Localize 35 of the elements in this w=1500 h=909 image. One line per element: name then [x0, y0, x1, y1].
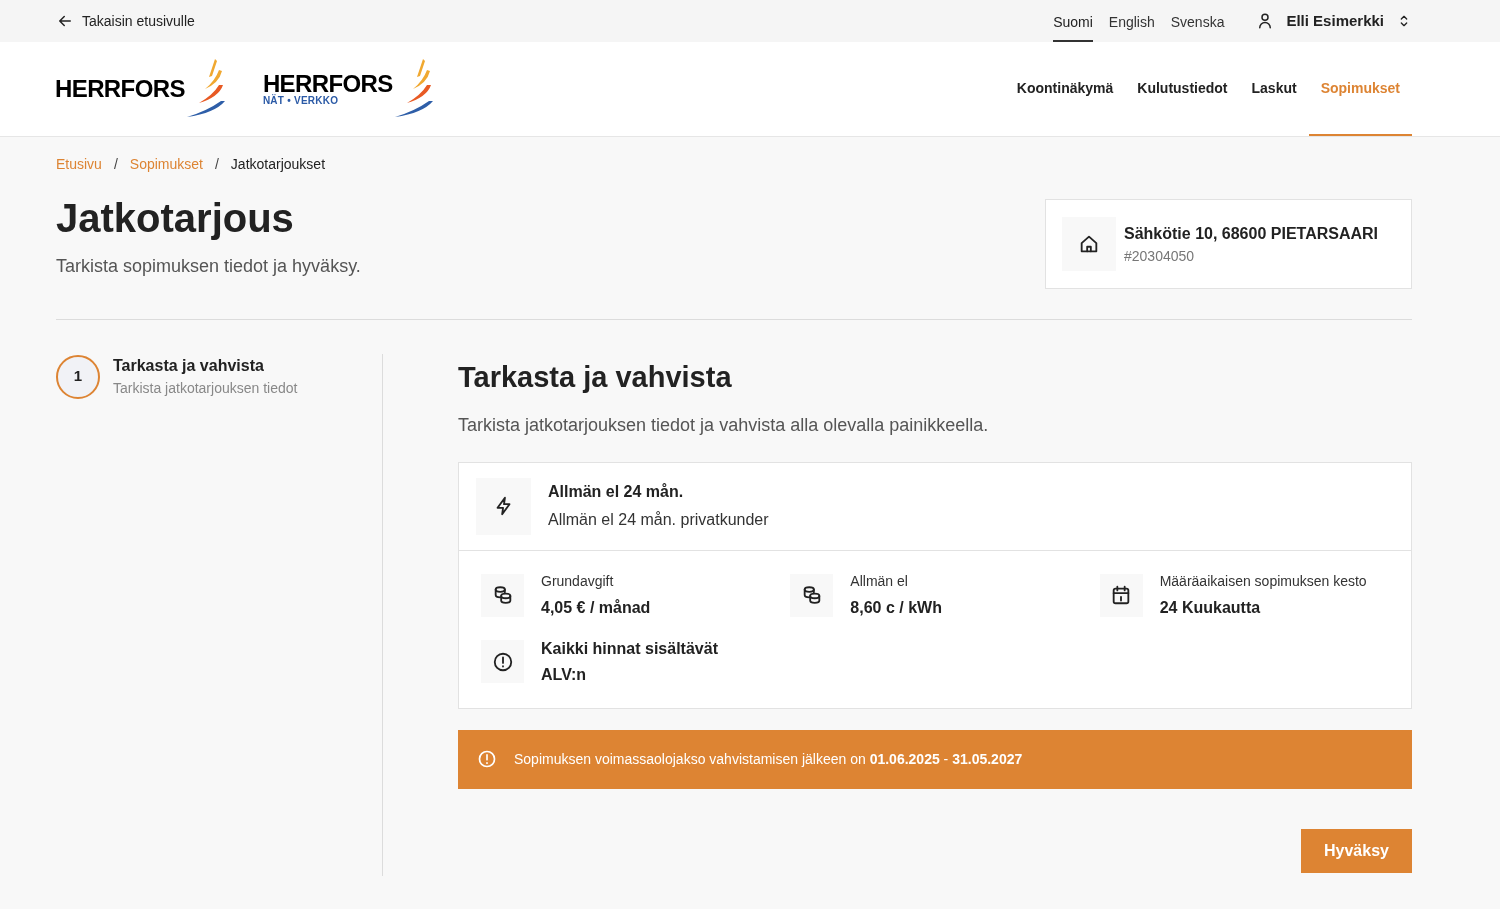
customer-number: #20304050 [1124, 246, 1196, 266]
back-link[interactable]: Takaisin etusivulle [56, 10, 195, 32]
detail-value: 24 Kuukautta [1159, 597, 1262, 618]
notice-text: Sopimuksen voimassaolojakso vahvistamisen jälkeen on 01.06.2025 - 31.05.2027 [514, 749, 1023, 769]
detail-label: Grundavgift [541, 571, 615, 591]
step-title: Tarkasta ja vahvista [113, 356, 265, 376]
step-description: Tarkista jatkotarjouksen tiedot [113, 379, 298, 398]
logo-tagline: NÄT • VERKKO [262, 96, 340, 106]
page-subtitle: Tarkista sopimuksen tiedot ja hyväksy. [56, 255, 361, 278]
language-link[interactable]: Svenska [1170, 0, 1225, 42]
user-menu[interactable]: Elli Esimerkki [1256, 0, 1412, 42]
detail-value: 8,60 c / kWh [850, 597, 942, 618]
detail-value: Kaikki hinnat sisältävät ALV:n [541, 638, 719, 685]
logo-wordmark: HERRFORS [262, 72, 393, 96]
page-title: Jatkotarjous [56, 195, 295, 242]
logo-wordmark: HERRFORS [55, 77, 185, 101]
breadcrumb-separator: / [214, 155, 219, 174]
product-description: Allmän el 24 mån. privatkunder [548, 510, 769, 530]
breadcrumb-separator: / [113, 155, 118, 174]
section-title: Tarkasta ja vahvista [458, 360, 733, 395]
section-intro: Tarkista jatkotarjouksen tiedot ja vahvista alla olevalla painikkeella. [458, 413, 990, 437]
detail-label: Allmän el [850, 571, 909, 591]
detail-label: Määräaikaisen sopimuksen kesto [1159, 571, 1367, 591]
nav-link[interactable]: Kulutustiedot [1125, 42, 1240, 136]
nav-link[interactable]: Laskut [1239, 42, 1309, 136]
info-icon [491, 650, 514, 673]
info-icon [477, 749, 497, 769]
home-icon [1078, 233, 1100, 255]
language-link[interactable]: English [1108, 0, 1155, 42]
breadcrumb-current: Jatkotarjoukset [230, 155, 326, 174]
detail-value: 4,05 € / månad [541, 597, 651, 618]
step-number: 1 [56, 354, 100, 399]
address-text: Sähkötie 10, 68600 PIETARSAARI [1124, 223, 1379, 244]
product-name: Allmän el 24 mån. [548, 482, 685, 502]
nav-link[interactable]: Koontinäkymä [1004, 42, 1126, 136]
